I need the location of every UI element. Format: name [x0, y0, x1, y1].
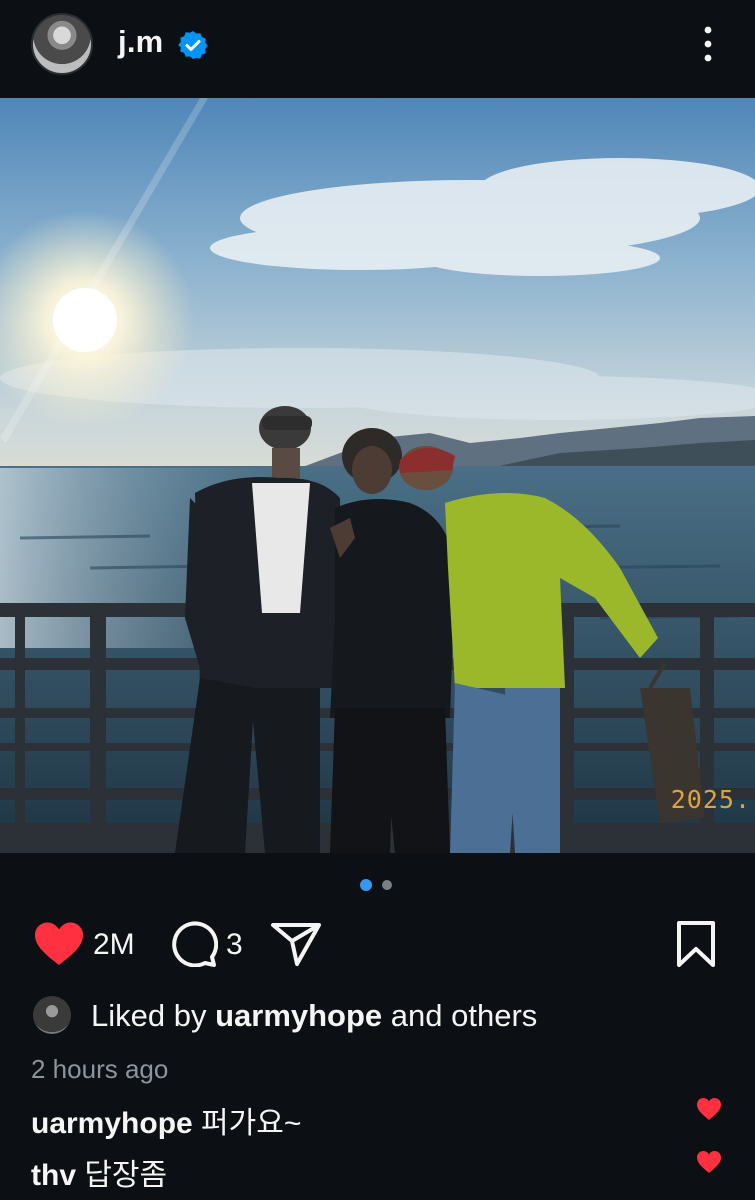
more-vertical-icon[interactable] [694, 24, 722, 64]
comment-row[interactable]: uarmyhope 퍼가요~ [31, 1098, 301, 1142]
liked-by-row[interactable]: Liked by uarmyhope and others [31, 996, 731, 1036]
liker-avatar[interactable] [33, 996, 71, 1034]
post-photo[interactable] [0, 98, 755, 853]
post-action-bar: 2M 3 [0, 918, 755, 970]
likes-count[interactable]: 2M [93, 928, 135, 962]
comment-row[interactable]: thv 답장좀 [31, 1150, 167, 1194]
carousel-dot-active [360, 879, 372, 891]
comment-username[interactable]: thv [31, 1159, 76, 1192]
post-timestamp: 2 hours ago [31, 1054, 169, 1084]
beach-pier-photo [0, 98, 755, 853]
comment-like-heart-icon[interactable] [696, 1150, 722, 1174]
liked-by-prefix: Liked by [91, 998, 216, 1033]
carousel-dot [382, 880, 392, 890]
post-username[interactable]: j.m [118, 24, 163, 60]
share-send-icon[interactable] [270, 921, 322, 967]
comments-count[interactable]: 3 [226, 928, 243, 962]
heart-filled-icon[interactable] [33, 921, 85, 967]
liked-by-username[interactable]: uarmyhope [215, 998, 382, 1033]
comment-text: 퍼가요~ [192, 1107, 302, 1140]
comment-like-heart-icon[interactable] [696, 1097, 722, 1121]
comment-icon[interactable] [168, 921, 218, 967]
post-header: j.m [0, 0, 755, 98]
liked-by-text[interactable]: Liked by uarmyhope and others [91, 998, 537, 1034]
comment-username[interactable]: uarmyhope [31, 1107, 193, 1140]
photo-date-stamp: 2025. [670, 785, 751, 814]
liked-by-suffix[interactable]: and others [382, 998, 538, 1033]
bookmark-icon[interactable] [676, 920, 716, 968]
comment-text: 답장좀 [76, 1159, 168, 1192]
carousel-indicator [360, 879, 396, 891]
verified-badge-icon [178, 31, 208, 59]
profile-avatar[interactable] [31, 13, 93, 75]
